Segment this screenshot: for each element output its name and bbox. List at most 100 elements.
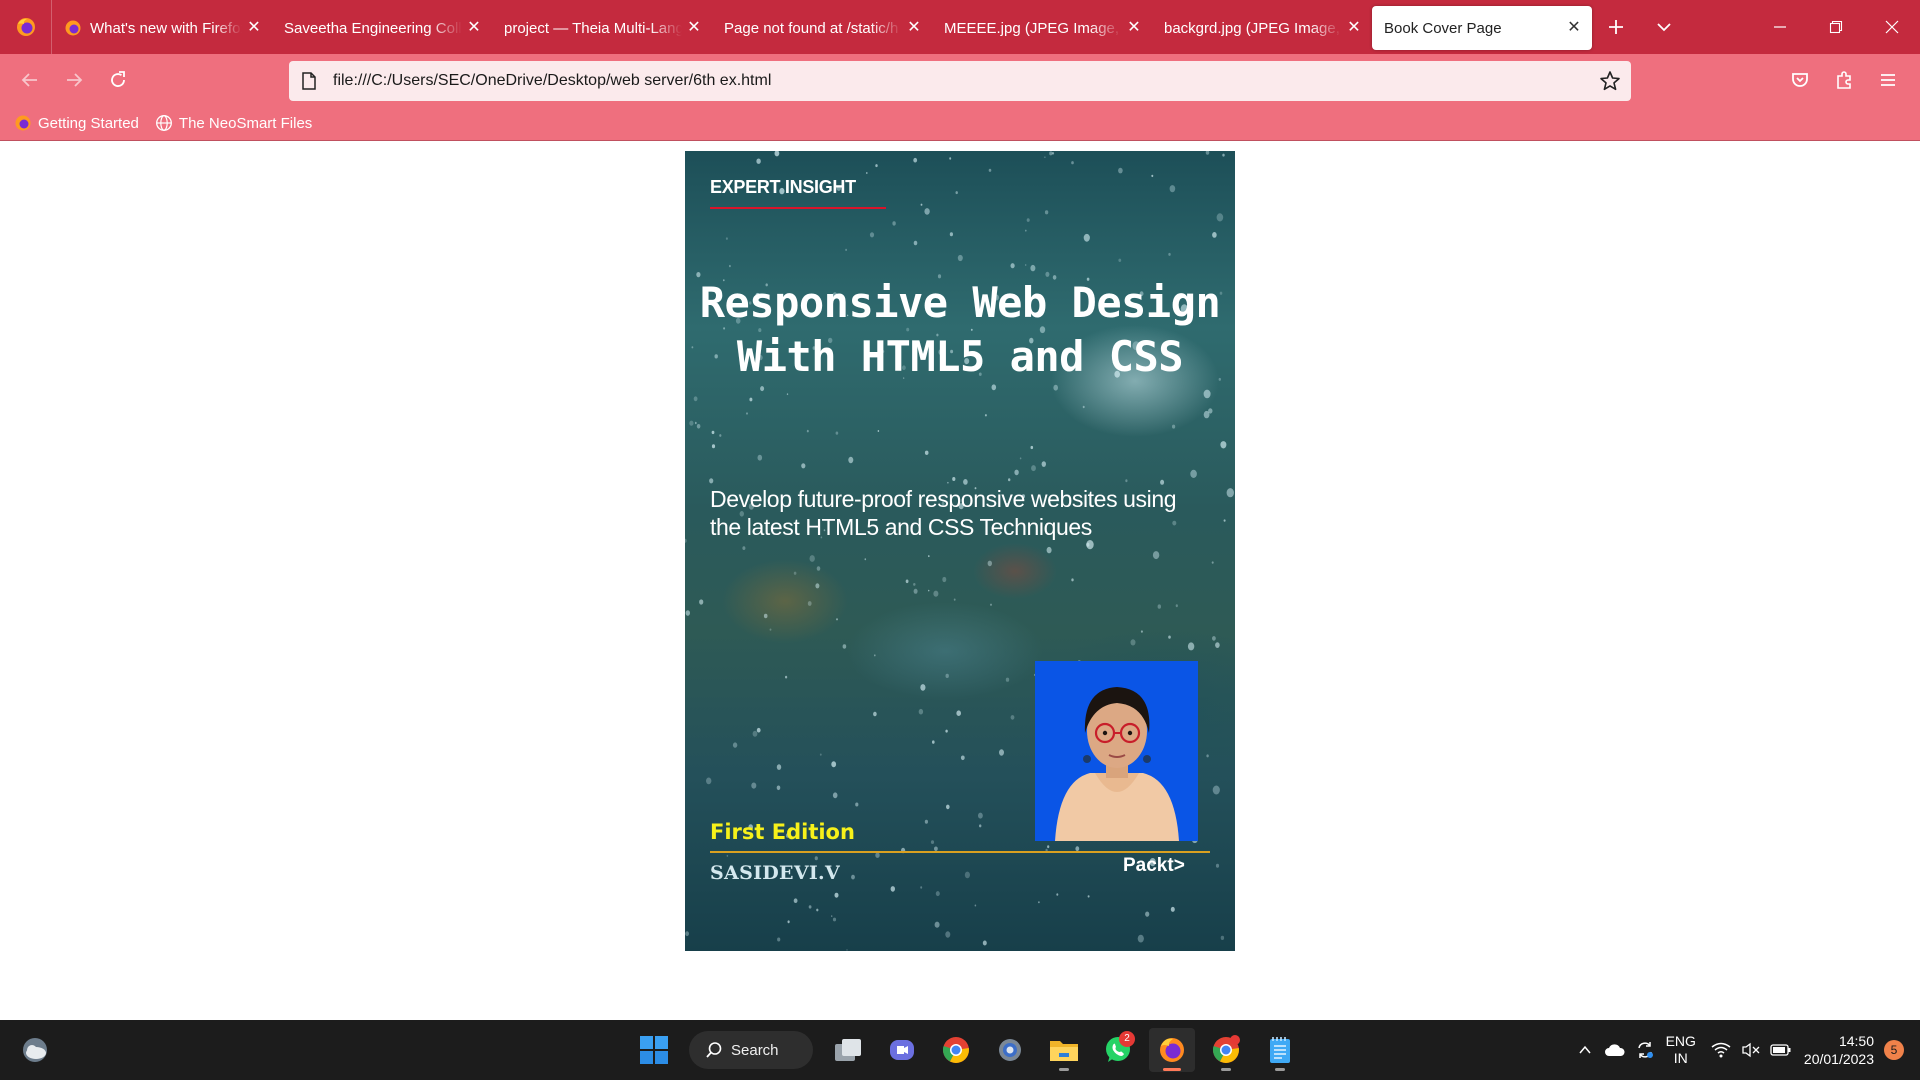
start-button[interactable] <box>631 1028 677 1072</box>
rain-drop <box>949 232 953 237</box>
rain-drop <box>751 782 757 789</box>
rain-drop <box>729 264 731 268</box>
rain-drop <box>963 479 968 485</box>
minimize-button[interactable] <box>1752 0 1808 54</box>
whatsapp-button[interactable]: 2 <box>1095 1028 1141 1072</box>
rain-drop <box>869 232 875 238</box>
close-icon[interactable]: ✕ <box>1346 20 1362 36</box>
rain-drop <box>1216 213 1224 222</box>
task-view-button[interactable] <box>825 1028 871 1072</box>
address-bar[interactable]: file:///C:/Users/SEC/OneDrive/Desktop/we… <box>289 61 1631 101</box>
weather-widget[interactable] <box>20 1035 50 1070</box>
tab-meeee-jpg[interactable]: MEEEE.jpg (JPEG Image, 72 ✕ <box>932 6 1152 50</box>
rain-drop <box>1130 639 1136 646</box>
reload-button[interactable] <box>96 58 140 102</box>
close-icon[interactable]: ✕ <box>906 20 922 36</box>
bookmark-star-icon[interactable] <box>1599 70 1621 92</box>
language-indicator[interactable]: ENG IN <box>1666 1033 1696 1067</box>
url-text[interactable]: file:///C:/Users/SEC/OneDrive/Desktop/we… <box>333 72 771 90</box>
show-hidden-icons-button[interactable] <box>1570 1035 1600 1065</box>
clock[interactable]: 14:50 20/01/2023 <box>1804 1032 1874 1068</box>
close-icon[interactable]: ✕ <box>1126 20 1142 36</box>
series-underline <box>710 207 886 209</box>
rain-drop <box>905 579 909 584</box>
pocket-button[interactable] <box>1778 58 1822 102</box>
rain-drop <box>999 749 1004 756</box>
rain-drop <box>685 931 689 937</box>
extensions-button[interactable] <box>1822 58 1866 102</box>
rain-drop <box>834 892 839 898</box>
book-title: Responsive Web Design With HTML5 and CSS <box>699 278 1221 381</box>
bookmark-getting-started[interactable]: Getting Started <box>14 114 139 132</box>
rain-drop <box>1220 441 1227 449</box>
list-all-tabs-button[interactable] <box>1640 0 1688 54</box>
close-icon[interactable]: ✕ <box>246 20 262 36</box>
tab-theia[interactable]: project — Theia Multi-Language ✕ <box>492 6 712 50</box>
rain-drop <box>1211 561 1214 564</box>
wifi-icon <box>1711 1042 1731 1058</box>
rain-drop <box>699 599 704 605</box>
windows-logo-icon <box>640 1036 668 1064</box>
firefox-button[interactable] <box>1149 1028 1195 1072</box>
teams-chat-button[interactable] <box>879 1028 925 1072</box>
chevron-up-icon <box>1579 1045 1591 1054</box>
rain-drop <box>711 444 716 449</box>
wifi-button[interactable] <box>1706 1035 1736 1065</box>
rain-drop <box>1038 901 1040 904</box>
rain-drop <box>890 886 895 892</box>
series-label: EXPERT INSIGHT <box>710 177 856 197</box>
new-tab-button[interactable] <box>1592 0 1640 54</box>
rain-drop <box>785 675 788 679</box>
rain-drop <box>1030 445 1034 450</box>
file-explorer-button[interactable] <box>1041 1028 1087 1072</box>
rain-drop <box>845 248 847 251</box>
battery-button[interactable] <box>1766 1035 1796 1065</box>
bookmark-neosmart-files[interactable]: The NeoSmart Files <box>155 114 312 132</box>
rain-drop <box>1168 635 1171 639</box>
tab-page-not-found[interactable]: Page not found at /static/h ✕ <box>712 6 932 50</box>
edition-label: First Edition <box>710 820 855 844</box>
rain-drop <box>1071 578 1074 582</box>
settings-icon <box>999 1039 1021 1061</box>
rain-drop <box>956 710 961 716</box>
tab-saveetha[interactable]: Saveetha Engineering College ✕ <box>272 6 492 50</box>
rain-drop <box>832 792 838 799</box>
search-label: Search <box>731 1041 779 1059</box>
close-window-button[interactable] <box>1864 0 1920 54</box>
rain-drop <box>793 571 797 575</box>
rain-drop <box>1053 384 1058 391</box>
sync-button[interactable] <box>1630 1035 1660 1065</box>
rain-drop <box>831 761 837 768</box>
volume-button[interactable] <box>1736 1035 1766 1065</box>
rain-drop <box>746 412 748 415</box>
rain-drop <box>952 477 956 481</box>
rain-drop <box>1212 636 1216 641</box>
rain-drop <box>1157 604 1161 609</box>
tab-book-cover-page[interactable]: Book Cover Page ✕ <box>1372 6 1592 50</box>
settings-button[interactable] <box>987 1028 1033 1072</box>
chrome-profile-button[interactable] <box>1203 1028 1249 1072</box>
onedrive-button[interactable] <box>1600 1035 1630 1065</box>
notepad-button[interactable] <box>1257 1028 1303 1072</box>
close-icon[interactable]: ✕ <box>466 20 482 36</box>
rain-drop <box>752 730 758 737</box>
reload-icon <box>111 71 125 87</box>
tab-backgrd-jpg[interactable]: backgrd.jpg (JPEG Image, 1 ✕ <box>1152 6 1372 50</box>
notification-center-badge[interactable]: 5 <box>1884 1040 1904 1060</box>
restore-button[interactable] <box>1808 0 1864 54</box>
rain-drop <box>706 777 712 785</box>
close-icon[interactable]: ✕ <box>1566 20 1582 36</box>
rain-drop <box>855 802 859 807</box>
forward-button[interactable] <box>52 58 96 102</box>
menu-button[interactable] <box>1866 58 1910 102</box>
chrome-button[interactable] <box>933 1028 979 1072</box>
tab-whats-new[interactable]: What's new with Firefox ✕ <box>52 6 272 50</box>
back-button[interactable] <box>8 58 52 102</box>
rain-drop <box>809 555 815 562</box>
rain-drop <box>1137 934 1144 943</box>
close-icon[interactable]: ✕ <box>686 20 702 36</box>
rain-drop <box>1046 546 1052 554</box>
firefox-view-button[interactable] <box>0 0 52 54</box>
taskbar-search[interactable]: Search <box>689 1031 813 1069</box>
folder-icon <box>1050 1041 1078 1061</box>
